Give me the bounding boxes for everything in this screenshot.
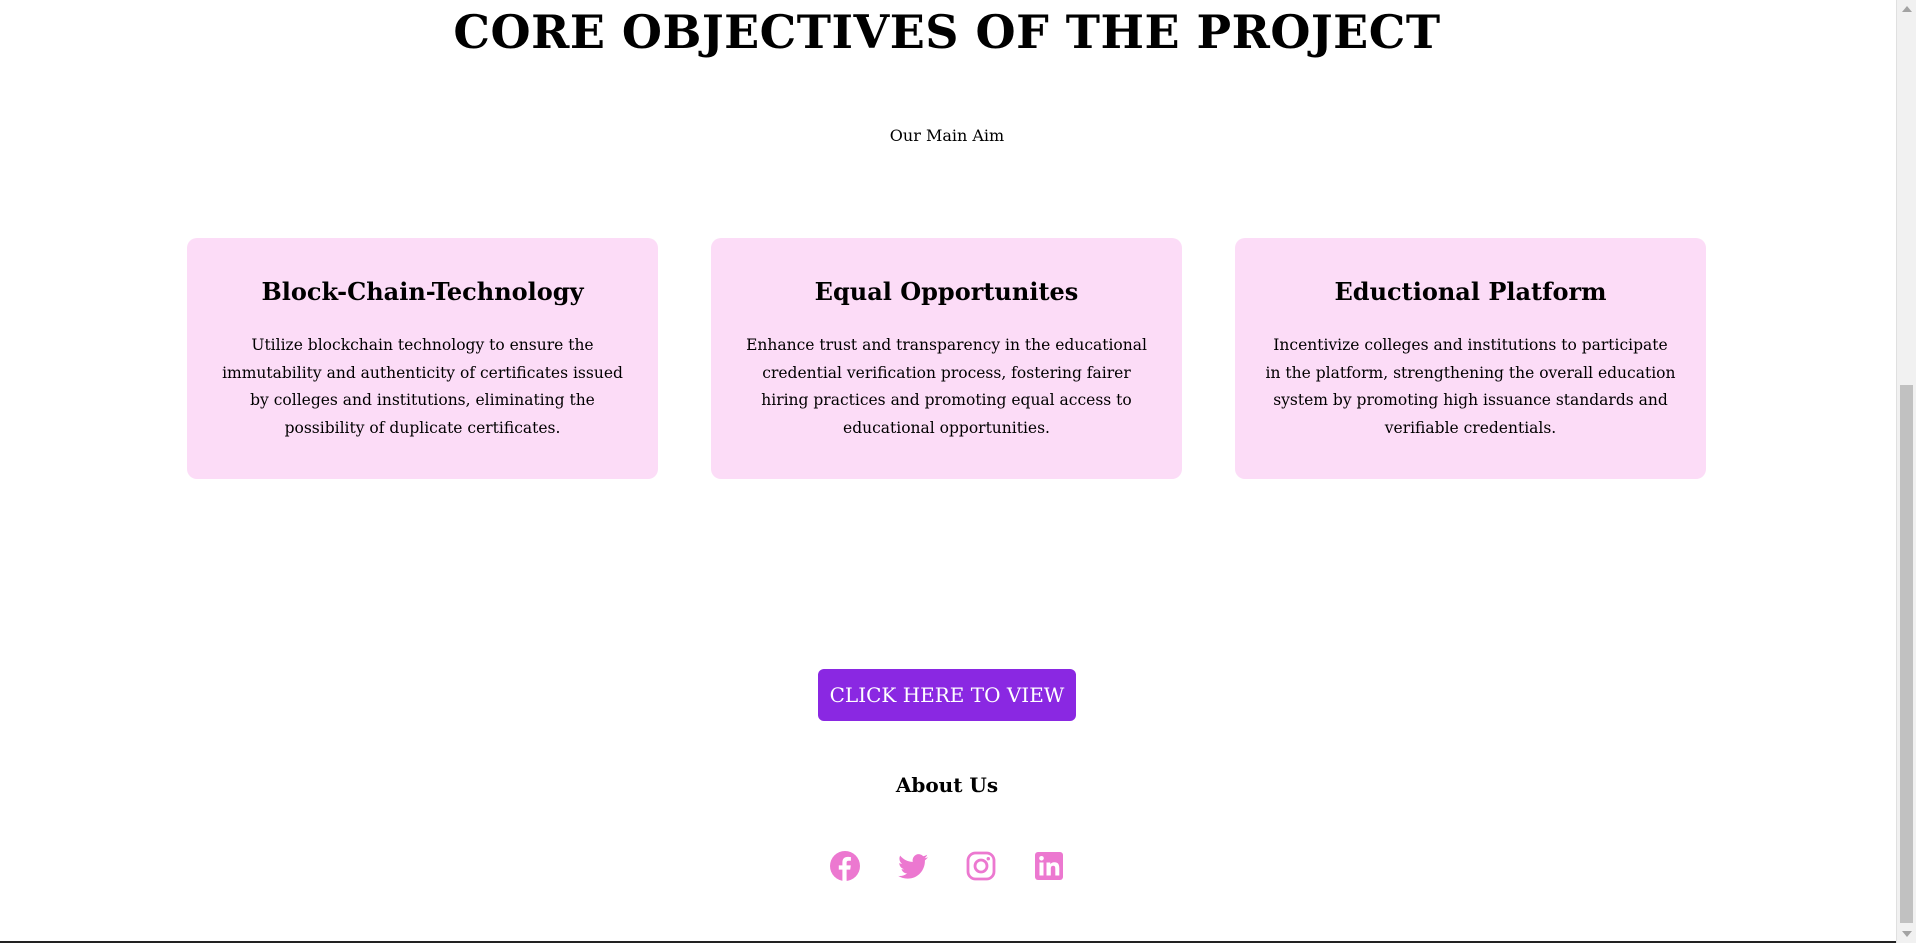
scroll-down-arrow-icon[interactable] — [1902, 931, 1912, 937]
card-text: Utilize blockchain technology to ensure … — [222, 336, 623, 437]
vertical-scrollbar[interactable] — [1896, 0, 1916, 943]
card-text: Enhance trust and transparency in the ed… — [746, 336, 1147, 437]
about-us-heading: About Us — [895, 773, 999, 797]
instagram-icon[interactable] — [965, 850, 997, 882]
social-links — [0, 850, 1894, 882]
twitter-icon[interactable] — [897, 850, 929, 882]
objective-card-equal-opportunities: Equal Opportunites Enhance trust and tra… — [711, 238, 1182, 479]
objective-card-blockchain: Block-Chain-Technology Utilize blockchai… — [187, 238, 658, 479]
objective-card-educational-platform: Eductional Platform Incentivize colleges… — [1235, 238, 1706, 479]
page: CORE OBJECTIVES OF THE PROJECT Our Main … — [0, 0, 1896, 943]
scroll-up-arrow-icon[interactable] — [1902, 6, 1912, 12]
card-text: Incentivize colleges and institutions to… — [1265, 336, 1676, 437]
linkedin-icon[interactable] — [1033, 850, 1065, 882]
objective-cards: Block-Chain-Technology Utilize blockchai… — [187, 238, 1706, 479]
facebook-icon[interactable] — [829, 850, 861, 882]
section-subtitle: Our Main Aim — [889, 126, 1005, 145]
page-title: CORE OBJECTIVES OF THE PROJECT — [453, 5, 1441, 59]
card-title: Block-Chain-Technology — [261, 277, 584, 306]
card-title: Eductional Platform — [1334, 277, 1607, 306]
cta-container: CLICK HERE TO VIEW — [0, 669, 1894, 721]
click-here-to-view-button[interactable]: CLICK HERE TO VIEW — [817, 669, 1077, 721]
card-title: Equal Opportunites — [814, 277, 1079, 306]
scrollbar-thumb[interactable] — [1900, 385, 1913, 923]
